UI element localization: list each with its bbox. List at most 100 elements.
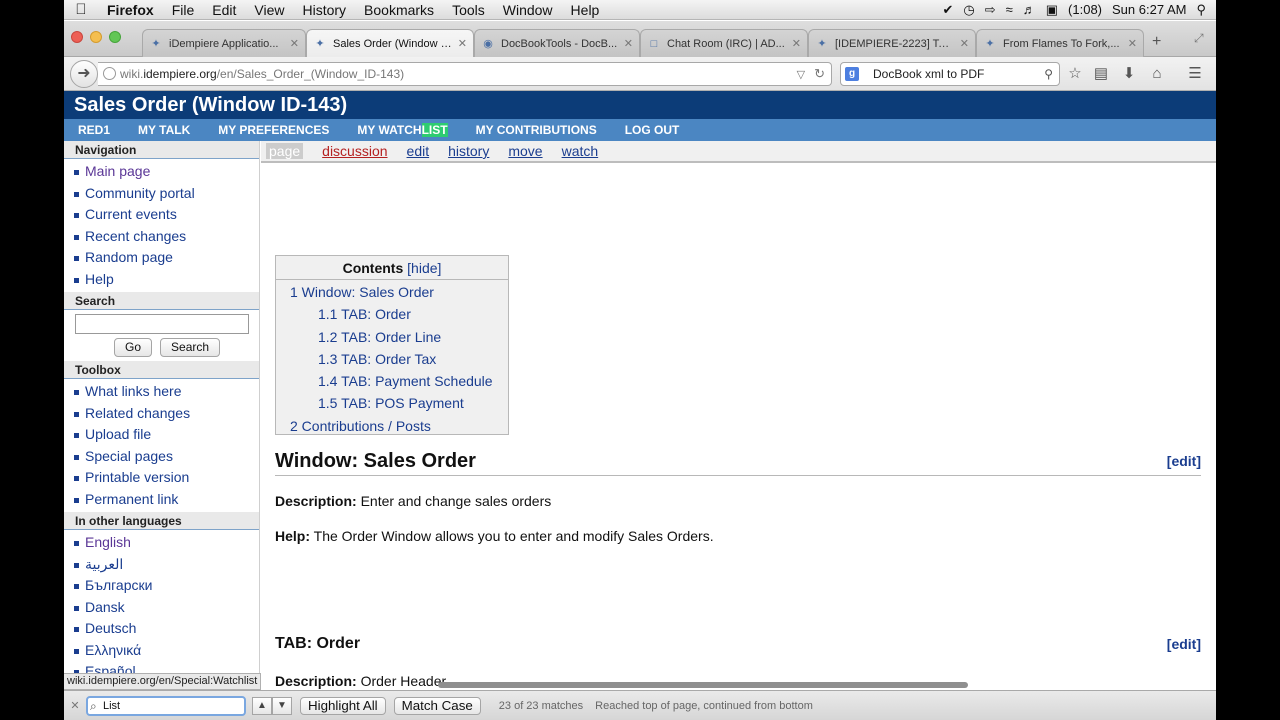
nav-random-page[interactable]: Random page: [72, 247, 259, 269]
tab-watch[interactable]: watch: [562, 143, 599, 159]
toolbox-what-links-here[interactable]: What links here: [72, 381, 259, 403]
dropdown-arrow-icon[interactable]: ▽: [797, 69, 805, 81]
tab-move[interactable]: move: [508, 143, 542, 159]
nav-help[interactable]: Help: [72, 269, 259, 291]
lang-english[interactable]: English: [72, 532, 259, 554]
toc-title: Contents: [342, 260, 404, 276]
toc-item[interactable]: 1.3 TAB: Order Tax: [276, 348, 508, 370]
close-tab-icon[interactable]: ✕: [458, 37, 467, 50]
user-menu-my-watchlist[interactable]: MY WATCHLIST: [357, 123, 448, 137]
lang-greek[interactable]: Ελληνικά: [72, 640, 259, 662]
volume-icon[interactable]: ♬: [1023, 2, 1036, 17]
close-find-bar-icon[interactable]: ✕: [64, 699, 86, 712]
toc-item[interactable]: 2 Contributions / Posts: [276, 415, 508, 437]
edit-section-link[interactable]: [edit]: [1167, 448, 1201, 474]
toc-item[interactable]: 1.1 TAB: Order: [276, 303, 508, 325]
menu-tools[interactable]: Tools: [443, 0, 494, 20]
minimize-window-icon[interactable]: [90, 31, 102, 43]
toolbox-related-changes[interactable]: Related changes: [72, 403, 259, 425]
new-tab-icon[interactable]: +: [1152, 33, 1161, 51]
spotlight-icon[interactable]: ⚲: [1196, 2, 1206, 18]
nav-community-portal[interactable]: Community portal: [72, 183, 259, 205]
menu-app-firefox[interactable]: Firefox: [98, 0, 163, 20]
find-previous-icon[interactable]: ▲: [252, 696, 272, 715]
fullscreen-icon[interactable]: ⤢: [1194, 31, 1204, 46]
checkmark-status-icon[interactable]: ✔: [942, 2, 953, 18]
user-menu-log-out[interactable]: LOG OUT: [625, 123, 680, 137]
menu-file[interactable]: File: [163, 0, 204, 20]
menu-bookmarks[interactable]: Bookmarks: [355, 0, 443, 20]
tab-idempiere-applications[interactable]: ✦ iDempiere Applicatio... ✕: [142, 29, 306, 57]
close-tab-icon[interactable]: ✕: [960, 37, 969, 50]
menu-window[interactable]: Window: [494, 0, 562, 20]
lang-bulgarian[interactable]: Български: [72, 575, 259, 597]
find-next-icon[interactable]: ▼: [272, 696, 292, 715]
search-input[interactable]: [75, 314, 249, 334]
user-menu-red1[interactable]: RED1: [78, 123, 110, 137]
tab-discussion[interactable]: discussion: [322, 143, 387, 159]
lang-arabic[interactable]: العربية: [72, 554, 259, 576]
menu-history[interactable]: History: [293, 0, 355, 20]
toolbox-printable-version[interactable]: Printable version: [72, 467, 259, 489]
tab-docbooktools[interactable]: ◉ DocBookTools - DocB... ✕: [474, 29, 640, 57]
zoom-window-icon[interactable]: [109, 31, 121, 43]
find-input[interactable]: List: [86, 695, 246, 716]
tab-from-flames-to-fork[interactable]: ✦ From Flames To Fork,... ✕: [976, 29, 1144, 57]
reload-icon[interactable]: ↻: [814, 66, 825, 81]
tab-edit[interactable]: edit: [407, 143, 430, 159]
apple-icon[interactable]: : [64, 1, 98, 18]
home-icon[interactable]: ⌂: [1148, 64, 1166, 84]
tab-idempiere-2223[interactable]: ✦ [IDEMPIERE-2223] To ... ✕: [808, 29, 976, 57]
search-bar[interactable]: g DocBook xml to PDF ⚲: [840, 62, 1060, 86]
toolbox-special-pages[interactable]: Special pages: [72, 446, 259, 468]
toolbox-upload-file[interactable]: Upload file: [72, 424, 259, 446]
battery-icon[interactable]: ▣: [1046, 2, 1058, 18]
go-button[interactable]: Go: [114, 338, 153, 357]
time-machine-icon[interactable]: ◷: [963, 2, 974, 18]
user-menu-my-talk[interactable]: MY TALK: [138, 123, 190, 137]
match-case-button[interactable]: Match Case: [393, 696, 481, 715]
clock[interactable]: Sun 6:27 AM: [1112, 2, 1186, 17]
horizontal-scrollbar[interactable]: [438, 682, 968, 688]
nav-current-events[interactable]: Current events: [72, 204, 259, 226]
nav-main-page[interactable]: Main page: [72, 161, 259, 183]
article-content: Contents [hide] 1 Window: Sales Order 1.…: [275, 165, 1205, 690]
url-bar[interactable]: wiki.idempiere.org/en/Sales_Order_(Windo…: [98, 62, 832, 86]
close-tab-icon[interactable]: ✕: [290, 37, 299, 50]
lang-danish[interactable]: Dansk: [72, 597, 259, 619]
user-menu-my-contributions[interactable]: MY CONTRIBUTIONS: [476, 123, 597, 137]
bookmark-star-icon[interactable]: ☆: [1066, 64, 1084, 84]
google-icon[interactable]: g: [845, 67, 859, 81]
highlight-all-button[interactable]: Highlight All: [300, 696, 386, 715]
menu-help[interactable]: Help: [562, 0, 609, 20]
menu-edit[interactable]: Edit: [203, 0, 245, 20]
search-button[interactable]: Search: [160, 338, 221, 357]
tab-page[interactable]: page: [266, 143, 304, 159]
toolbox-permanent-link[interactable]: Permanent link: [72, 489, 259, 511]
nav-recent-changes[interactable]: Recent changes: [72, 226, 259, 248]
airplay-icon[interactable]: ⇨: [985, 2, 996, 18]
lang-german[interactable]: Deutsch: [72, 618, 259, 640]
toc-hide-link[interactable]: [hide]: [407, 260, 441, 276]
search-icon[interactable]: ⚲: [1044, 63, 1053, 85]
tab-history[interactable]: history: [448, 143, 489, 159]
close-tab-icon[interactable]: ✕: [1128, 37, 1137, 50]
find-match-count: 23 of 23 matches: [498, 699, 584, 712]
reading-list-icon[interactable]: ▤: [1092, 64, 1110, 84]
menu-view[interactable]: View: [245, 0, 293, 20]
edit-section-link[interactable]: [edit]: [1167, 633, 1201, 655]
close-tab-icon[interactable]: ✕: [624, 37, 633, 50]
back-button[interactable]: ➜: [70, 60, 98, 88]
toc-item[interactable]: 1.5 TAB: POS Payment: [276, 392, 508, 414]
tab-sales-order[interactable]: ✦ Sales Order (Window I... ✕: [306, 29, 474, 57]
tab-chat-room[interactable]: □ Chat Room (IRC) | AD... ✕: [640, 29, 808, 57]
wifi-icon[interactable]: ≈: [1006, 2, 1013, 17]
user-menu-my-preferences[interactable]: MY PREFERENCES: [218, 123, 329, 137]
close-tab-icon[interactable]: ✕: [792, 37, 801, 50]
toc-item[interactable]: 1.2 TAB: Order Line: [276, 326, 508, 348]
toc-item[interactable]: 1.4 TAB: Payment Schedule: [276, 370, 508, 392]
menu-hamburger-icon[interactable]: ☰: [1186, 64, 1204, 84]
downloads-icon[interactable]: ⬇: [1120, 64, 1138, 84]
close-window-icon[interactable]: [71, 31, 83, 43]
toc-item[interactable]: 1 Window: Sales Order: [276, 281, 508, 303]
